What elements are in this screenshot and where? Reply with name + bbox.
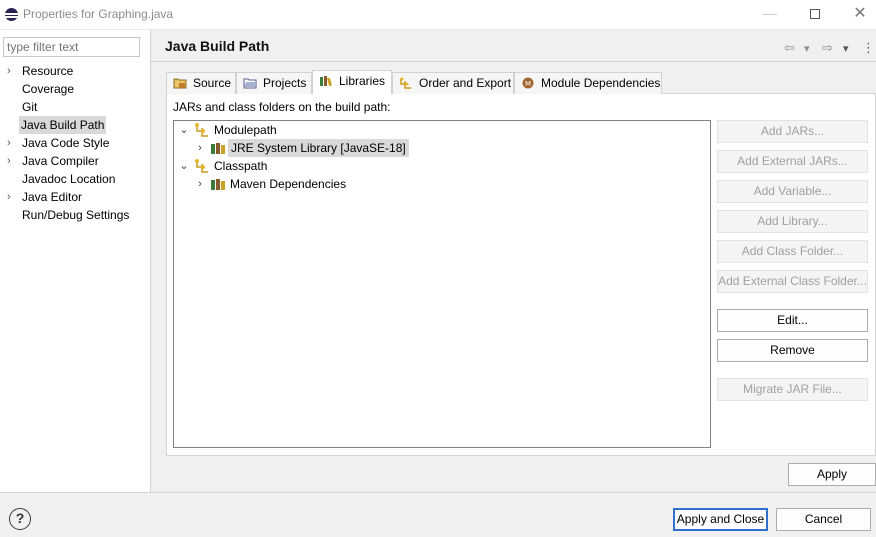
chevron-right-icon[interactable]: › (7, 188, 17, 206)
add-jars-button[interactable]: Add JARs... (717, 120, 868, 143)
sidebar-item-label: Java Code Style (22, 136, 110, 150)
tree-node-label: Maven Dependencies (230, 177, 347, 191)
eclipse-logo-icon (5, 8, 18, 21)
sidebar-item-java-build-path[interactable]: Java Build Path (0, 116, 150, 134)
svg-text:M: M (525, 80, 531, 88)
library-icon (211, 143, 225, 154)
build-path-caption: JARs and class folders on the build path… (173, 100, 391, 114)
tab-label: Order and Export (419, 76, 512, 90)
view-menu-icon[interactable]: ⋮ (862, 40, 875, 56)
sidebar-item-java-code-style[interactable]: › Java Code Style (0, 134, 150, 152)
close-button[interactable]: ✕ (838, 0, 876, 29)
preference-tree-pane: › Resource Coverage Git Java Build Path … (0, 30, 151, 492)
maximize-button[interactable] (793, 0, 837, 29)
remove-button[interactable]: Remove (717, 339, 868, 362)
sidebar-item-label: Run/Debug Settings (22, 208, 130, 222)
chevron-right-icon[interactable]: › (194, 139, 206, 157)
add-class-folder-button[interactable]: Add Class Folder... (717, 240, 868, 263)
forward-history-dropdown-icon[interactable]: ▾ (843, 42, 849, 55)
sidebar-item-git[interactable]: Git (0, 98, 150, 116)
add-external-jars-button[interactable]: Add External JARs... (717, 150, 868, 173)
header-separator (151, 61, 876, 62)
tab-module-dependencies[interactable]: M Module Dependencies (514, 72, 662, 94)
module-icon: M (522, 77, 534, 89)
libraries-icon (320, 76, 332, 87)
source-folder-icon (173, 78, 187, 89)
tab-label: Source (193, 76, 232, 90)
add-variable-button[interactable]: Add Variable... (717, 180, 868, 203)
cancel-button[interactable]: Cancel (776, 508, 871, 531)
chevron-right-icon[interactable]: › (7, 62, 17, 80)
sidebar-item-label: Javadoc Location (22, 172, 116, 186)
migrate-jar-file-button[interactable]: Migrate JAR File... (717, 378, 868, 401)
sidebar-item-java-compiler[interactable]: › Java Compiler (0, 152, 150, 170)
sidebar-item-java-editor[interactable]: › Java Editor (0, 188, 150, 206)
add-library-button[interactable]: Add Library... (717, 210, 868, 233)
apply-and-close-button[interactable]: Apply and Close (673, 508, 768, 531)
window-title: Properties for Graphing.java (23, 7, 174, 21)
tab-label: Libraries (339, 74, 386, 88)
sidebar-item-label: Java Editor (22, 190, 83, 204)
sidebar-item-label: Coverage (22, 82, 75, 96)
projects-icon (243, 78, 257, 89)
page-title: Java Build Path (165, 38, 270, 54)
filter-input[interactable] (3, 37, 140, 57)
build-path-tree[interactable]: ⌄ Modulepath › JRE System Library [JavaS… (173, 120, 711, 448)
tree-node-label: Classpath (214, 159, 268, 173)
sidebar-item-coverage[interactable]: Coverage (0, 80, 150, 98)
forward-arrow-icon[interactable]: ⇨ (822, 40, 833, 56)
path-container-icon (195, 159, 208, 173)
back-arrow-icon[interactable]: ⇦ (784, 40, 795, 56)
tab-source[interactable]: Source (166, 72, 236, 94)
tree-node-label: JRE System Library [JavaSE-18] (228, 139, 409, 157)
chevron-down-icon[interactable]: ⌄ (178, 121, 190, 139)
sidebar-item-label: Resource (22, 64, 74, 78)
apply-button[interactable]: Apply (788, 463, 876, 486)
chevron-right-icon[interactable]: › (194, 175, 206, 193)
preference-tree: › Resource Coverage Git Java Build Path … (0, 62, 150, 224)
add-external-class-folder-button[interactable]: Add External Class Folder... (717, 270, 868, 293)
minimize-button[interactable]: — (748, 0, 792, 29)
tab-order-and-export[interactable]: Order and Export (392, 72, 514, 94)
sidebar-item-label: Git (22, 100, 38, 114)
back-history-dropdown-icon[interactable]: ▾ (804, 42, 810, 55)
sidebar-item-javadoc-location[interactable]: Javadoc Location (0, 170, 150, 188)
sidebar-item-label: Java Build Path (19, 116, 107, 134)
sidebar-item-run-debug-settings[interactable]: Run/Debug Settings (0, 206, 150, 224)
help-icon[interactable]: ? (9, 508, 31, 530)
chevron-right-icon[interactable]: › (7, 152, 17, 170)
library-icon (211, 179, 225, 190)
title-bar: Properties for Graphing.java — ✕ (0, 0, 876, 30)
tree-node-label: Modulepath (214, 123, 277, 137)
tab-label: Module Dependencies (541, 76, 661, 90)
path-container-icon (195, 123, 208, 137)
sidebar-item-resource[interactable]: › Resource (0, 62, 150, 80)
edit-button[interactable]: Edit... (717, 309, 868, 332)
footer-separator (0, 492, 876, 493)
maximize-icon (810, 9, 820, 19)
tab-libraries[interactable]: Libraries (312, 70, 392, 94)
sidebar-item-label: Java Compiler (22, 154, 99, 168)
chevron-down-icon[interactable]: ⌄ (178, 157, 190, 175)
tab-label: Projects (263, 76, 307, 90)
order-export-icon (400, 77, 411, 89)
tab-projects[interactable]: Projects (236, 72, 312, 94)
chevron-right-icon[interactable]: › (7, 134, 17, 152)
